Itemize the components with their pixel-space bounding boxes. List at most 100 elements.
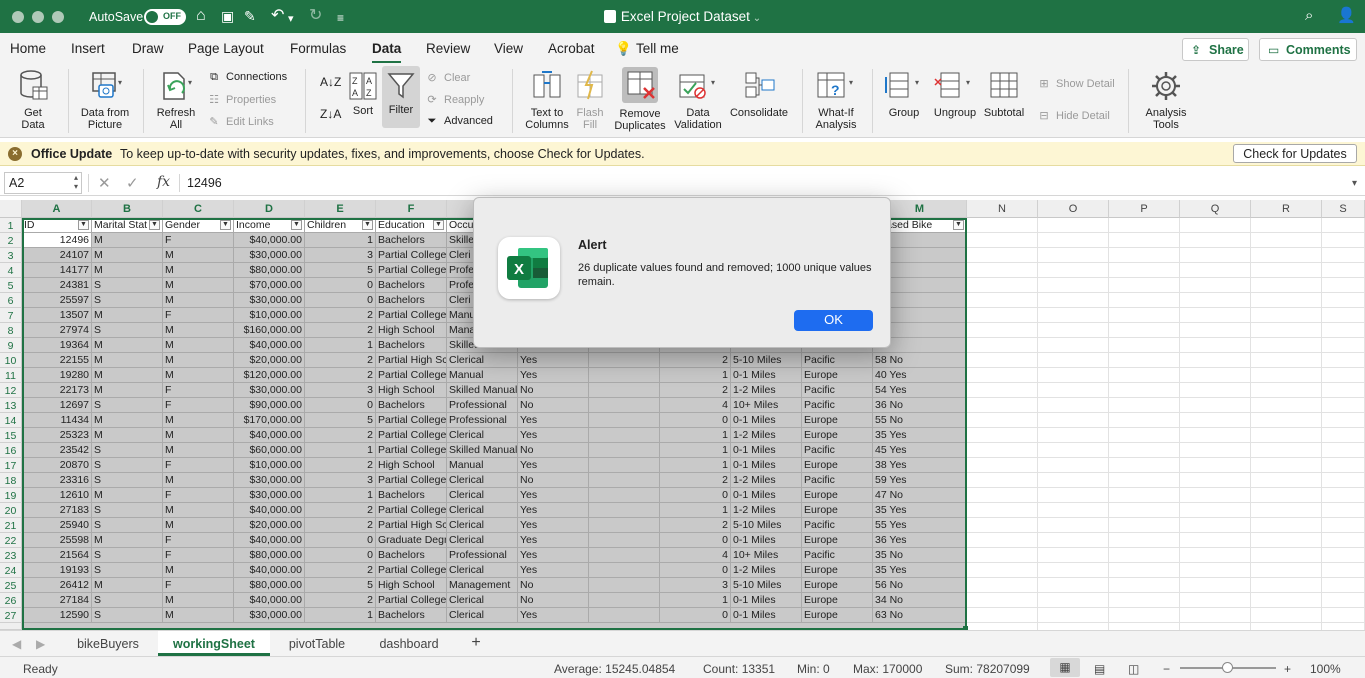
select-all-corner[interactable]: [0, 200, 22, 218]
show-detail-button[interactable]: ⊞ Show Detail: [1036, 77, 1114, 90]
row-header[interactable]: 9: [0, 338, 22, 353]
text-to-columns-button[interactable]: Text to Columns: [520, 69, 574, 131]
row-header[interactable]: 26: [0, 593, 22, 608]
sheet-tab-workingsheet[interactable]: workingSheet: [158, 631, 270, 656]
row-header[interactable]: 3: [0, 248, 22, 263]
tab-data[interactable]: Data: [372, 41, 402, 64]
column-header-s[interactable]: S: [1322, 200, 1365, 218]
zoom-level[interactable]: 100%: [1310, 662, 1341, 676]
sheet-tab-bikebuyers[interactable]: bikeBuyers: [60, 631, 156, 656]
row-header[interactable]: 8: [0, 323, 22, 338]
row-header[interactable]: 14: [0, 413, 22, 428]
enter-icon[interactable]: ✓: [126, 174, 139, 192]
row-header[interactable]: 27: [0, 608, 22, 623]
row-header[interactable]: 18: [0, 473, 22, 488]
column-header-b[interactable]: B: [92, 200, 163, 218]
name-box[interactable]: A2 ▴ ▾: [4, 172, 82, 194]
flash-fill-button[interactable]: Flash Fill: [572, 69, 608, 131]
column-header-f[interactable]: F: [376, 200, 447, 218]
refresh-all-button[interactable]: ▾ Refresh All: [150, 69, 202, 131]
connections-button[interactable]: ⧉ Connections: [206, 71, 287, 84]
tab-page-layout[interactable]: Page Layout: [188, 41, 264, 56]
column-header-o[interactable]: O: [1038, 200, 1109, 218]
column-header-a[interactable]: A: [22, 200, 92, 218]
add-sheet-button[interactable]: +: [458, 631, 494, 656]
row-header[interactable]: 25: [0, 578, 22, 593]
cancel-icon[interactable]: ✕: [98, 174, 111, 192]
row-header[interactable]: 2: [0, 233, 22, 248]
what-if-analysis-button[interactable]: ? ▾ What-If Analysis: [808, 69, 864, 131]
insert-function-icon[interactable]: fx: [157, 174, 170, 190]
document-title[interactable]: Excel Project Dataset: [621, 9, 750, 24]
column-header-d[interactable]: D: [234, 200, 305, 218]
row-header[interactable]: 24: [0, 563, 22, 578]
row-header[interactable]: 23: [0, 548, 22, 563]
column-header-q[interactable]: Q: [1180, 200, 1251, 218]
zoom-slider-thumb[interactable]: [1222, 662, 1233, 673]
row-header[interactable]: 6: [0, 293, 22, 308]
edit-links-button[interactable]: ✎ Edit Links: [206, 115, 273, 128]
properties-button[interactable]: ☷ Properties: [206, 93, 276, 106]
page-break-view-icon[interactable]: ◫: [1128, 662, 1139, 676]
formula-input[interactable]: 12496: [187, 176, 222, 190]
tab-formulas[interactable]: Formulas: [290, 41, 346, 56]
zoom-in-icon[interactable]: +: [1284, 662, 1291, 676]
row-header[interactable]: 10: [0, 353, 22, 368]
advanced-filter-button[interactable]: ⏷ Advanced: [424, 115, 493, 128]
name-box-stepper-icon[interactable]: ▴ ▾: [74, 173, 78, 191]
ungroup-button[interactable]: ▾ Ungroup: [930, 69, 980, 119]
sheet-tab-dashboard[interactable]: dashboard: [364, 631, 454, 656]
analysis-tools-button[interactable]: Analysis Tools: [1138, 69, 1194, 131]
row-header[interactable]: 20: [0, 503, 22, 518]
get-data-button[interactable]: Get Data: [8, 69, 58, 131]
remove-duplicates-button[interactable]: Remove Duplicates: [612, 66, 668, 132]
column-header-n[interactable]: N: [967, 200, 1038, 218]
row-header[interactable]: 12: [0, 383, 22, 398]
subtotal-button[interactable]: Subtotal: [980, 69, 1028, 119]
sort-az-button[interactable]: A↓Z: [320, 75, 341, 89]
check-for-updates-button[interactable]: Check for Updates: [1233, 144, 1357, 163]
clear-filter-button[interactable]: ⊘ Clear: [424, 71, 470, 84]
row-header[interactable]: 5: [0, 278, 22, 293]
close-update-icon[interactable]: ×: [8, 147, 22, 161]
group-button[interactable]: ▾ Group: [880, 69, 928, 119]
tab-home[interactable]: Home: [10, 41, 46, 56]
row-header[interactable]: 11: [0, 368, 22, 383]
data-from-picture-button[interactable]: ▾ Data from Picture: [76, 69, 134, 131]
tab-draw[interactable]: Draw: [132, 41, 164, 56]
tell-me-search[interactable]: Tell me: [636, 41, 679, 56]
tab-view[interactable]: View: [494, 41, 523, 56]
filter-button[interactable]: Filter: [382, 66, 420, 128]
title-chevron-icon[interactable]: ⌄: [750, 13, 761, 24]
next-sheet-icon[interactable]: ▶: [36, 637, 45, 651]
consolidate-button[interactable]: Consolidate: [726, 69, 792, 119]
column-header-p[interactable]: P: [1109, 200, 1180, 218]
zoom-slider[interactable]: [1180, 662, 1276, 673]
data-validation-button[interactable]: ▾ Data Validation: [670, 69, 726, 131]
row-header[interactable]: [0, 623, 22, 630]
row-header[interactable]: 1: [0, 218, 22, 233]
page-layout-view-icon[interactable]: ▤: [1094, 662, 1105, 676]
expand-formula-icon[interactable]: ▾: [1352, 178, 1357, 189]
row-header[interactable]: 21: [0, 518, 22, 533]
tab-acrobat[interactable]: Acrobat: [548, 41, 595, 56]
row-header[interactable]: 4: [0, 263, 22, 278]
zoom-out-icon[interactable]: −: [1163, 662, 1170, 676]
ok-button[interactable]: OK: [794, 310, 873, 331]
row-header[interactable]: 22: [0, 533, 22, 548]
share-button[interactable]: ⇪ Share: [1182, 38, 1249, 61]
prev-sheet-icon[interactable]: ◀: [12, 637, 21, 651]
normal-view-icon[interactable]: ▦: [1050, 658, 1080, 677]
column-header-r[interactable]: R: [1251, 200, 1322, 218]
hide-detail-button[interactable]: ⊟ Hide Detail: [1036, 109, 1109, 122]
sheet-tab-pivottable[interactable]: pivotTable: [272, 631, 362, 656]
row-header[interactable]: 19: [0, 488, 22, 503]
reapply-button[interactable]: ⟳ Reapply: [424, 93, 484, 106]
comments-button[interactable]: ▭ Comments: [1259, 38, 1357, 61]
account-icon[interactable]: 👤: [1337, 8, 1356, 24]
row-header[interactable]: 15: [0, 428, 22, 443]
tab-review[interactable]: Review: [426, 41, 470, 56]
column-header-e[interactable]: E: [305, 200, 376, 218]
row-header[interactable]: 13: [0, 398, 22, 413]
row-header[interactable]: 16: [0, 443, 22, 458]
